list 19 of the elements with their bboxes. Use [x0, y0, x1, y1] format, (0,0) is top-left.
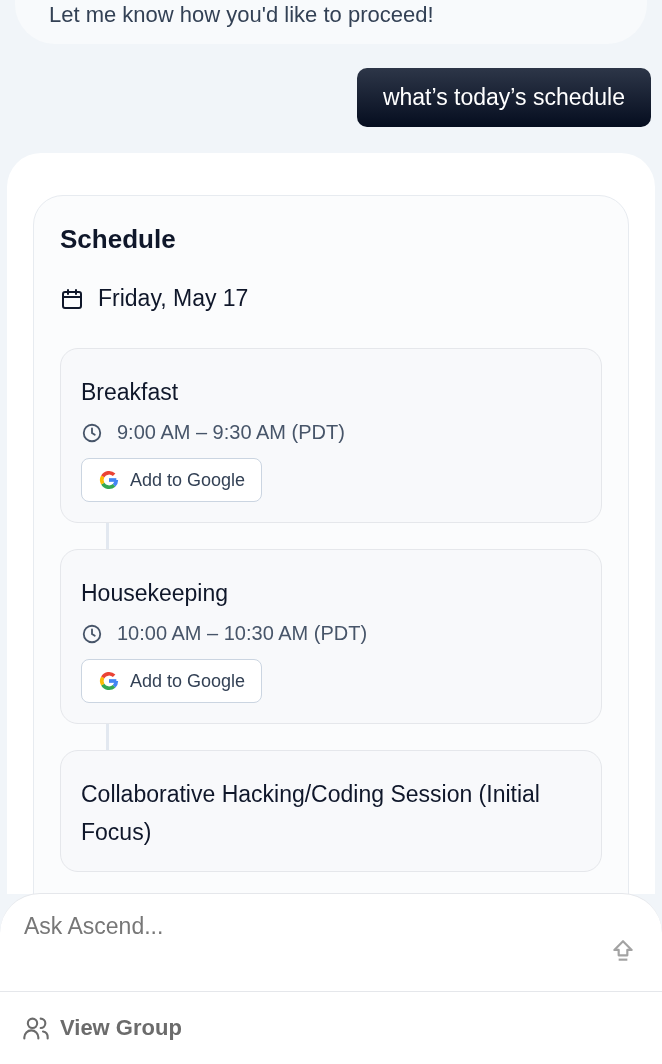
google-g-icon [98, 670, 120, 692]
message-text: what’s today’s schedule [382, 84, 625, 110]
message-text: Let me know how you'd like to proceed! [49, 2, 434, 27]
event-time: 10:00 AM – 10:30 AM (PDT) [117, 622, 368, 645]
event-title: Housekeeping [81, 579, 230, 608]
google-g-icon [98, 469, 120, 491]
schedule-date: Friday, May 17 [98, 285, 249, 312]
ask-input-field[interactable]: Ask Ascend... [22, 912, 610, 941]
clock-icon [81, 421, 103, 444]
add-to-google-button[interactable]: Add to Google [81, 458, 263, 502]
add-to-google-button[interactable]: Add to Google [81, 659, 263, 703]
view-group-button[interactable]: View Group [22, 1014, 182, 1042]
event-title: Collaborative Hacking/Coding Session (Initial Focus) [81, 780, 541, 847]
calendar-icon [60, 286, 84, 311]
event-time: 9:00 AM – 9:30 AM (PDT) [117, 421, 345, 444]
schedule-title: Schedule [60, 224, 177, 255]
send-arrow-icon[interactable] [610, 938, 636, 964]
clock-icon [81, 622, 103, 645]
event-title: Breakfast [81, 378, 180, 407]
